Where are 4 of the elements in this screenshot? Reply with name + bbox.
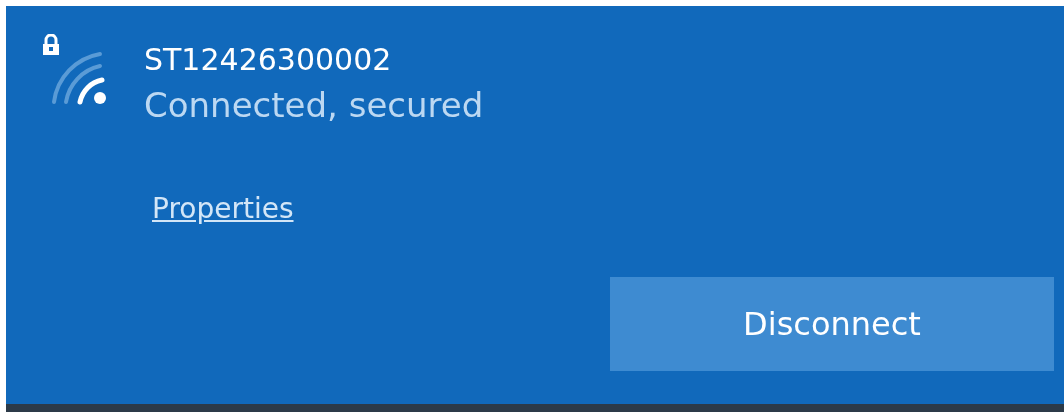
disconnect-button[interactable]: Disconnect (610, 277, 1054, 371)
properties-link[interactable]: Properties (152, 192, 294, 225)
connection-status: Connected, secured (144, 84, 484, 127)
network-name: ST12426300002 (144, 41, 393, 79)
